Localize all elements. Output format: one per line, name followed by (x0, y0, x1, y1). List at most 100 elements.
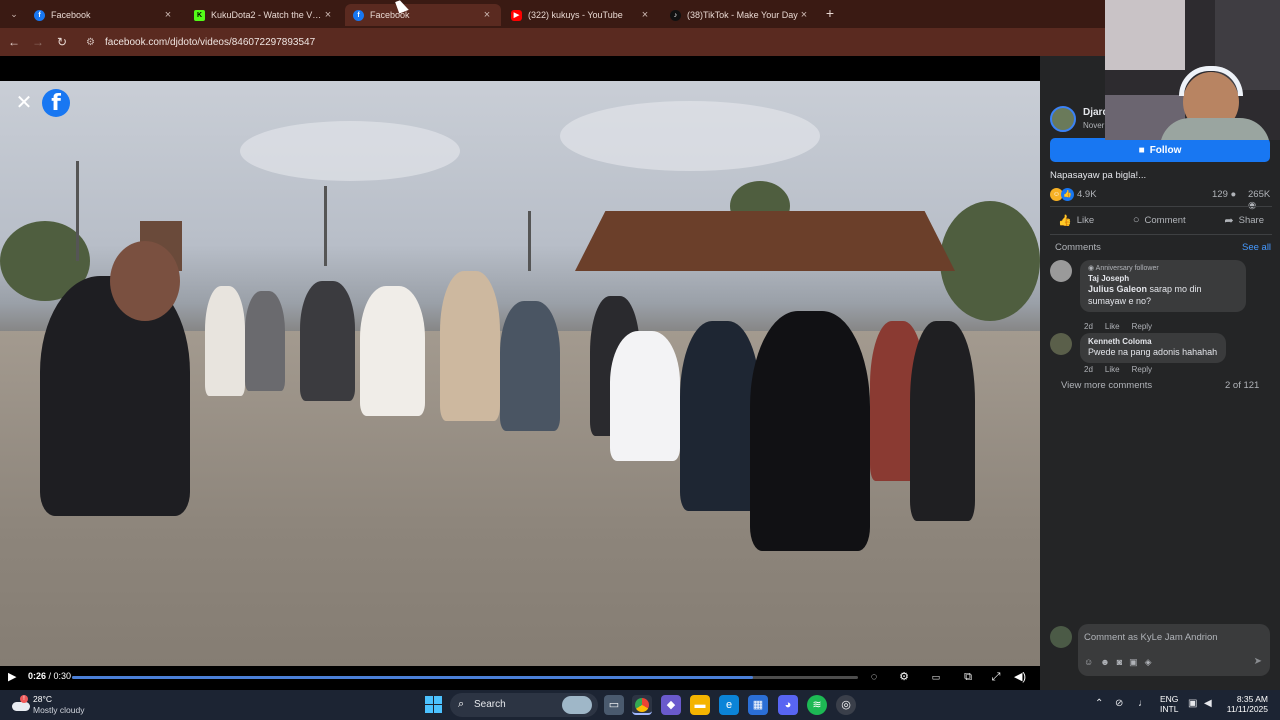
video-player[interactable]: ✕ f ▶ 0:26 / 0:30 ◌ ⚙ ▭ ⧉ ⤢ ◀) (0, 56, 1040, 690)
comment-reply-link[interactable]: Reply (1132, 322, 1152, 331)
commenter-avatar[interactable] (1050, 260, 1072, 282)
tab-search-chevron-icon[interactable]: ⌄ (6, 6, 22, 22)
comment-reply-link[interactable]: Reply (1132, 365, 1152, 374)
new-tab-plus-icon[interactable]: + (822, 5, 838, 21)
dancer-shape (245, 291, 285, 391)
chrome-icon[interactable] (632, 695, 652, 715)
reload-icon[interactable]: ↻ (54, 34, 70, 50)
see-all-link[interactable]: See all (1242, 242, 1271, 253)
follow-button[interactable]: ■ Follow (1050, 138, 1270, 162)
comment-mention[interactable]: Julius Galeon (1088, 284, 1147, 294)
sticker-icon[interactable]: ◈ (1145, 657, 1152, 668)
weather-cloud-icon[interactable]: ! (12, 695, 30, 713)
cloud-shape (560, 101, 820, 171)
tab-close-icon[interactable]: × (798, 9, 810, 21)
language-indicator[interactable]: ENG INTL (1160, 694, 1178, 714)
url-field[interactable]: ⚙ facebook.com/djdoto/videos/84607229789… (86, 32, 1106, 52)
time-total: 0:30 (53, 671, 72, 681)
post-date[interactable]: Nover (1083, 121, 1104, 130)
tab-youtube[interactable]: ▶ (322) kukuys - YouTube × (503, 4, 659, 26)
comment-meta: 2d Like Reply (1084, 365, 1164, 374)
time-separator: / (46, 671, 54, 681)
discord-icon[interactable]: ◕ (778, 695, 798, 715)
comment-time[interactable]: 2d (1084, 322, 1093, 331)
progress-fill (72, 676, 754, 679)
play-icon[interactable]: ▶ (8, 670, 22, 684)
comment-composer[interactable]: Comment as KyLe Jam Andrion ☺ ☻ ◙ ▣ ◈ ➤ (1078, 624, 1270, 676)
spotify-icon[interactable]: ≋ (807, 695, 827, 715)
reaction-icons[interactable]: ☺ 👍 (1050, 188, 1076, 202)
tab-kukudota2[interactable]: K KukuDota2 - Watch the VOD o × (186, 4, 342, 26)
microphone-icon[interactable]: ♩ (1138, 698, 1148, 709)
captions-bubble-icon[interactable]: ◌ (866, 669, 882, 685)
lamp-post (528, 211, 531, 271)
tab-facebook-active[interactable]: f Facebook × (345, 4, 501, 26)
tab-close-icon[interactable]: × (162, 9, 174, 21)
like-label: Like (1076, 214, 1095, 226)
tab-close-icon[interactable]: × (322, 9, 334, 21)
comment-count[interactable]: 129 ● (1212, 189, 1236, 200)
site-info-icon[interactable]: ⚙ (86, 37, 100, 48)
display-icon[interactable]: ▣ (1188, 698, 1197, 709)
commenter-avatar[interactable] (1050, 333, 1072, 355)
tab-close-icon[interactable]: × (639, 9, 651, 21)
obs-icon[interactable]: ◎ (836, 695, 856, 715)
copilot-icon[interactable]: ◆ (661, 695, 681, 715)
system-clock[interactable]: 8:35 AM 11/11/2025 (1224, 694, 1268, 714)
avatar-sticker-icon[interactable]: ☺ (1084, 657, 1093, 668)
page-avatar[interactable] (1050, 106, 1076, 132)
comment-like-link[interactable]: Like (1105, 365, 1120, 374)
tab-title: Facebook (51, 10, 91, 20)
volume-icon[interactable]: ◀) (1012, 669, 1028, 685)
video-frame[interactable]: ✕ f (0, 81, 1040, 666)
taskbar-search[interactable]: ⌕ Search (450, 693, 598, 717)
share-button[interactable]: ➦ Share (1216, 210, 1272, 230)
view-more-comments-link[interactable]: View more comments (1061, 380, 1152, 391)
fullscreen-icon[interactable]: ⤢ (988, 669, 1004, 685)
back-arrow-icon[interactable]: ← (6, 34, 22, 50)
file-explorer-icon[interactable]: ▬ (690, 695, 710, 715)
tab-close-icon[interactable]: × (481, 9, 493, 21)
camera-icon[interactable]: ◙ (1117, 657, 1122, 668)
facebook-favicon-icon: f (34, 9, 45, 21)
network-off-icon[interactable]: ⊘ (1115, 698, 1123, 709)
tray-overflow-chevron-icon[interactable]: ⌃ (1095, 698, 1103, 709)
microsoft-store-icon[interactable]: ▦ (748, 695, 768, 715)
task-view-icon[interactable]: ▭ (604, 695, 624, 715)
poster-shape (1105, 0, 1185, 70)
tab-title: Facebook (370, 10, 410, 20)
comment-button[interactable]: ○ Comment (1125, 210, 1194, 230)
language-code: ENG (1160, 694, 1179, 704)
lamp-post (76, 161, 79, 261)
comment-like-link[interactable]: Like (1105, 322, 1120, 331)
comment-time[interactable]: 2d (1084, 365, 1093, 374)
tab-title: (38)TikTok - Make Your Day (687, 10, 798, 20)
comment-count-value: 129 (1212, 189, 1228, 200)
comment-text: Pwede na pang adonis hahahah (1088, 347, 1218, 357)
settings-gear-icon[interactable]: ⚙ (896, 669, 912, 685)
speaker-icon[interactable]: ◀ (1204, 698, 1212, 709)
progress-bar[interactable] (72, 676, 858, 679)
facebook-logo-icon[interactable]: f (42, 89, 70, 117)
dancer-shape (205, 286, 245, 396)
commenter-name[interactable]: Kenneth Coloma (1088, 337, 1218, 346)
picture-in-picture-icon[interactable]: ⧉ (960, 669, 976, 685)
edge-icon[interactable]: e (719, 695, 739, 715)
windows-start-icon[interactable] (425, 696, 442, 713)
emoji-icon[interactable]: ☻ (1100, 657, 1109, 668)
composer-tools: ☺ ☻ ◙ ▣ ◈ (1084, 657, 1159, 668)
like-button[interactable]: 👍 Like (1050, 210, 1102, 230)
close-icon[interactable]: ✕ (12, 91, 36, 115)
send-icon[interactable]: ➤ (1254, 656, 1262, 667)
reaction-count[interactable]: 4.9K (1077, 189, 1097, 200)
tab-tiktok[interactable]: ♪ (38)TikTok - Make Your Day × (662, 4, 818, 26)
tab-facebook-1[interactable]: f Facebook × (26, 4, 182, 26)
commenter-name[interactable]: Taj Joseph (1088, 274, 1238, 283)
gif-icon[interactable]: ▣ (1129, 657, 1138, 668)
weather-description[interactable]: Mostly cloudy (33, 705, 85, 715)
view-count-value: 265K (1248, 189, 1271, 200)
cc-icon[interactable]: ▭ (928, 669, 944, 685)
weather-temperature[interactable]: 28°C (33, 694, 52, 704)
divider (1050, 206, 1272, 207)
forward-arrow-icon[interactable]: → (30, 34, 46, 50)
